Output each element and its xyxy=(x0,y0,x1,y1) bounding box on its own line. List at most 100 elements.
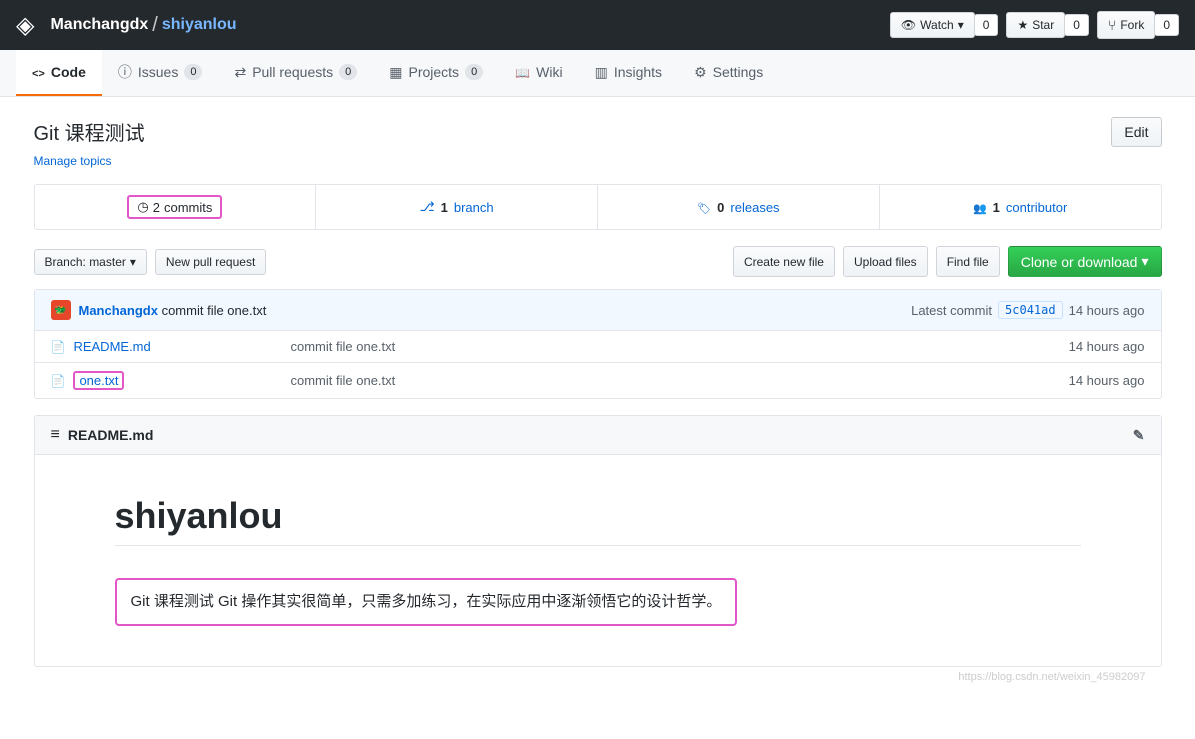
branch-label: branch xyxy=(454,200,494,215)
releases-stat[interactable]: 0 releases xyxy=(598,185,880,229)
header-actions: Watch ▾ 0 Star 0 Fork 0 xyxy=(890,11,1179,39)
readme-header: README.md ✎ xyxy=(35,416,1161,455)
tab-settings-label: Settings xyxy=(713,64,764,80)
chevron-down-icon: ▾ xyxy=(958,18,964,32)
author-avatar: 🐲 xyxy=(51,300,71,320)
readme-content: shiyanlou Git 课程测试 Git 操作其实很简单，只需多加练习，在实… xyxy=(35,455,1161,666)
issue-icon xyxy=(118,62,132,82)
create-new-file-button[interactable]: Create new file xyxy=(733,246,835,277)
tab-projects[interactable]: Projects 0 xyxy=(373,50,499,96)
table-row: one.txt commit file one.txt 14 hours ago xyxy=(35,363,1161,398)
file-link[interactable]: one.txt xyxy=(73,371,124,390)
github-logo-icon: ◈ xyxy=(16,11,34,40)
settings-icon xyxy=(694,64,707,81)
repo-header: Git 课程测试 Manage topics Edit xyxy=(34,117,1162,168)
fork-label: Fork xyxy=(1120,18,1144,32)
pr-badge: 0 xyxy=(339,64,357,80)
branch-icon xyxy=(420,199,435,215)
tab-projects-label: Projects xyxy=(408,64,459,80)
new-pull-request-button[interactable]: New pull request xyxy=(155,249,266,275)
tab-pull-requests[interactable]: Pull requests 0 xyxy=(218,50,373,96)
chevron-down-icon: ▾ xyxy=(130,255,136,269)
file-icon xyxy=(51,339,66,354)
fork-icon xyxy=(1108,17,1116,33)
tab-wiki[interactable]: Wiki xyxy=(499,50,578,96)
fork-button[interactable]: Fork xyxy=(1097,11,1155,39)
issues-badge: 0 xyxy=(184,64,202,80)
tab-settings[interactable]: Settings xyxy=(678,50,779,96)
tag-icon xyxy=(697,200,711,215)
latest-commit-row: 🐲 Manchangdx commit file one.txt Latest … xyxy=(35,290,1161,331)
code-icon xyxy=(32,64,45,80)
project-icon xyxy=(389,64,402,81)
commits-highlight: 2 commits xyxy=(127,195,222,219)
repo-title: Git 课程测试 xyxy=(34,117,145,146)
eye-icon xyxy=(901,18,916,32)
insights-icon xyxy=(595,64,608,81)
file-commit-msg: commit file one.txt xyxy=(291,373,1069,388)
commit-hash[interactable]: 5c041ad xyxy=(998,301,1063,319)
repo-link[interactable]: shiyanlou xyxy=(162,16,237,34)
branch-count: 1 xyxy=(441,200,448,215)
table-row: README.md commit file one.txt 14 hours a… xyxy=(35,331,1161,363)
file-icon xyxy=(51,373,66,388)
tab-issues[interactable]: Issues 0 xyxy=(102,50,219,96)
commit-info: Manchangdx commit file one.txt xyxy=(79,303,267,318)
repo-description-area: Git 课程测试 Manage topics xyxy=(34,117,145,168)
tab-insights[interactable]: Insights xyxy=(579,50,678,96)
stats-bar: 2 commits 1 branch 0 releases 1 contribu… xyxy=(34,184,1162,230)
main-content: Git 课程测试 Manage topics Edit 2 commits 1 … xyxy=(18,97,1178,711)
watch-count: 0 xyxy=(974,14,999,36)
commit-author-link[interactable]: Manchangdx xyxy=(79,303,158,318)
toolbar-right-actions: Create new file Upload files Find file C… xyxy=(733,246,1162,277)
upload-files-button[interactable]: Upload files xyxy=(843,246,928,277)
fork-count: 0 xyxy=(1154,14,1179,36)
file-name-cell: README.md xyxy=(51,339,291,354)
star-button[interactable]: Star xyxy=(1006,12,1065,38)
commits-count: 2 xyxy=(153,200,160,215)
pr-icon xyxy=(234,64,246,81)
breadcrumb: Manchangdx / shiyanlou xyxy=(50,14,236,37)
commits-label: commits xyxy=(164,200,212,215)
watch-group: Watch ▾ 0 xyxy=(890,12,999,38)
file-name-cell: one.txt xyxy=(51,371,291,390)
readme-icon xyxy=(51,426,60,444)
commits-stat[interactable]: 2 commits xyxy=(35,185,317,229)
contributor-icon xyxy=(973,200,987,215)
readme-title: README.md xyxy=(68,427,154,443)
star-count: 0 xyxy=(1064,14,1089,36)
contributors-stat[interactable]: 1 contributor xyxy=(880,185,1161,229)
tab-code[interactable]: Code xyxy=(16,50,102,96)
clone-or-download-button[interactable]: Clone or download ▾ xyxy=(1008,246,1162,277)
nav-tabs: Code Issues 0 Pull requests 0 Projects 0… xyxy=(0,50,1195,97)
org-link[interactable]: Manchangdx xyxy=(50,16,148,34)
star-icon xyxy=(1017,18,1028,32)
watch-button[interactable]: Watch ▾ xyxy=(890,12,975,38)
breadcrumb-separator: / xyxy=(152,14,158,37)
readme-heading: shiyanlou xyxy=(115,495,1081,546)
page-header: ◈ Manchangdx / shiyanlou Watch ▾ 0 Star … xyxy=(0,0,1195,50)
contributors-label: contributor xyxy=(1006,200,1067,215)
chevron-down-icon: ▾ xyxy=(1141,253,1148,270)
file-table: 🐲 Manchangdx commit file one.txt Latest … xyxy=(34,289,1162,399)
edit-button[interactable]: Edit xyxy=(1111,117,1161,147)
releases-label: releases xyxy=(730,200,779,215)
watermark: https://blog.csdn.net/weixin_45982097 xyxy=(34,667,1162,691)
branches-stat[interactable]: 1 branch xyxy=(316,185,598,229)
star-group: Star 0 xyxy=(1006,12,1088,38)
pencil-icon[interactable]: ✎ xyxy=(1133,427,1145,444)
file-link[interactable]: README.md xyxy=(73,339,150,354)
tab-insights-label: Insights xyxy=(614,64,662,80)
file-toolbar: Branch: master ▾ New pull request Create… xyxy=(34,246,1162,277)
clone-label: Clone or download xyxy=(1021,254,1138,270)
file-commit-msg: commit file one.txt xyxy=(291,339,1069,354)
readme-body: Git 课程测试 Git 操作其实很简单，只需多加练习，在实际应用中逐渐领悟它的… xyxy=(115,578,738,626)
branch-label: Branch: master xyxy=(45,255,126,269)
manage-topics-link[interactable]: Manage topics xyxy=(34,154,112,168)
readme-box: README.md ✎ shiyanlou Git 课程测试 Git 操作其实很… xyxy=(34,415,1162,667)
branch-selector[interactable]: Branch: master ▾ xyxy=(34,249,147,275)
file-time: 14 hours ago xyxy=(1069,373,1145,388)
commit-time: 14 hours ago xyxy=(1069,303,1145,318)
find-file-button[interactable]: Find file xyxy=(936,246,1000,277)
projects-badge: 0 xyxy=(465,64,483,80)
